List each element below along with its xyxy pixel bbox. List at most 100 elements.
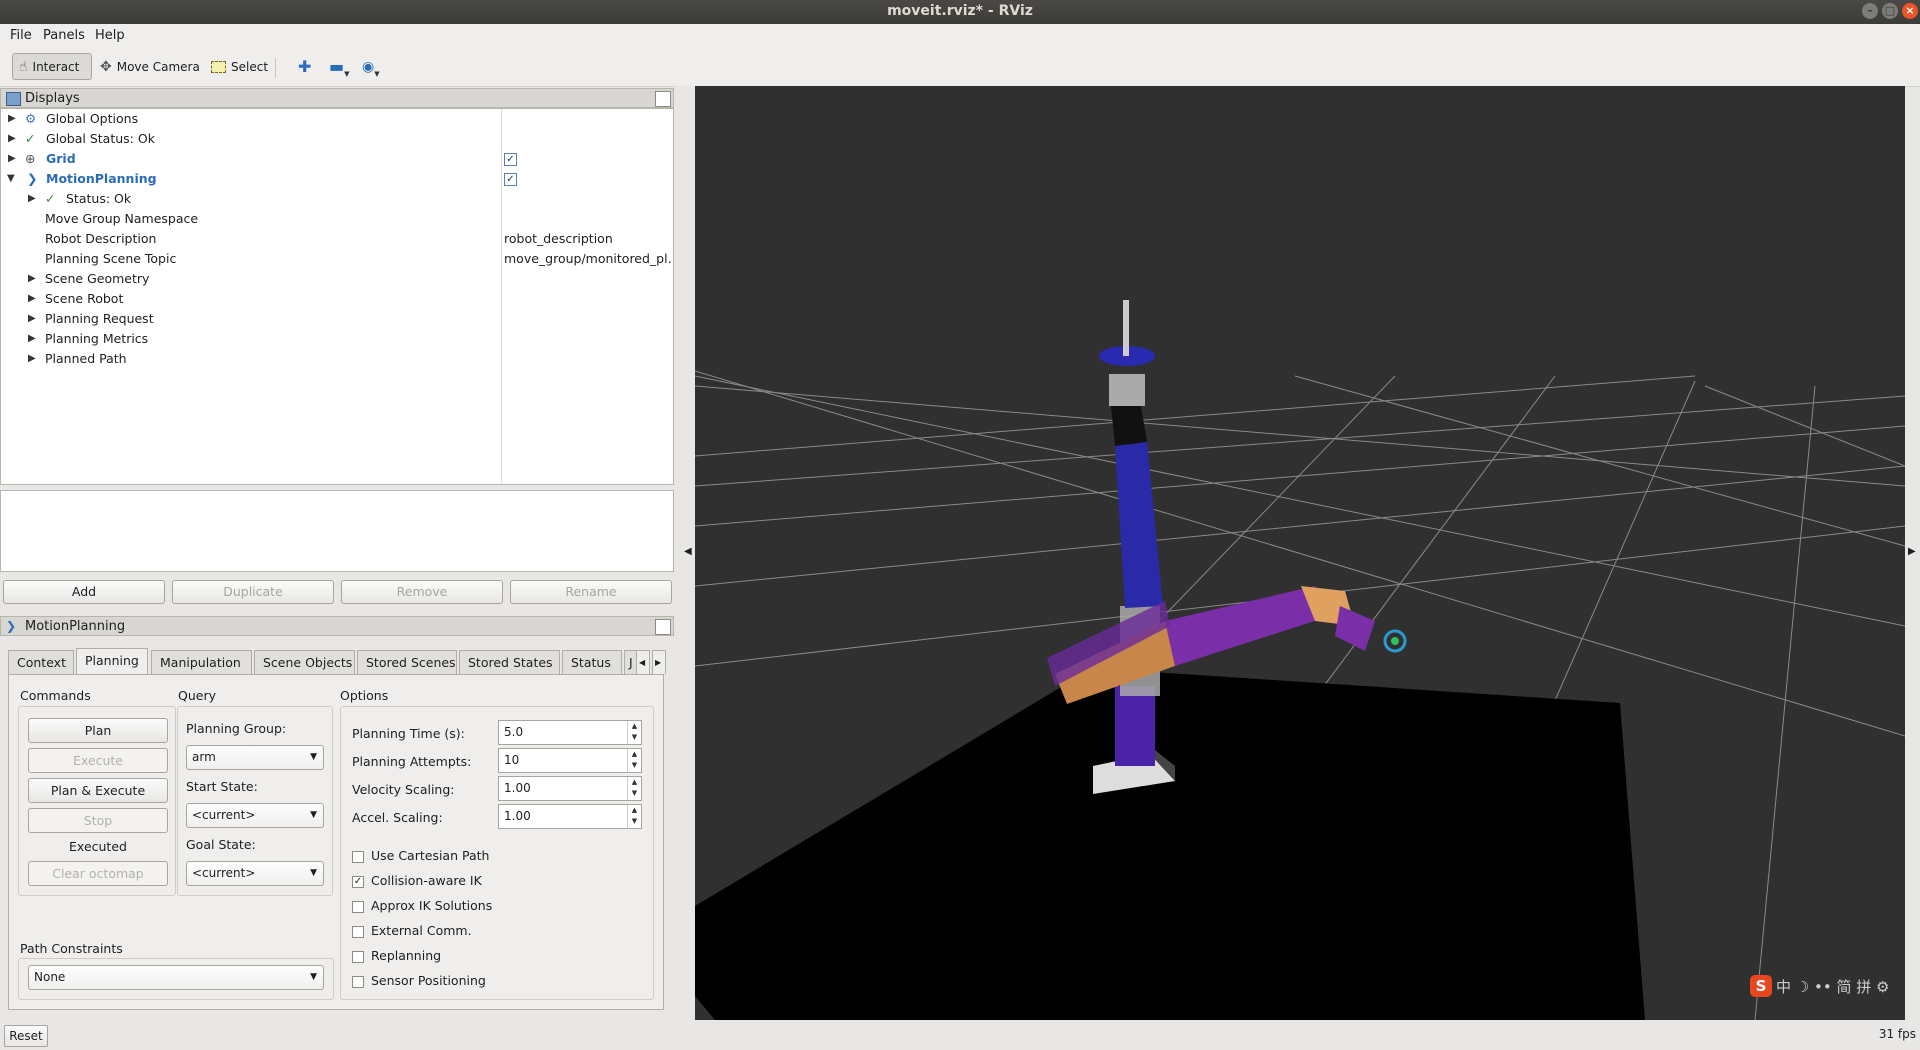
planning-attempts-label: Planning Attempts: xyxy=(352,754,472,769)
plan-and-execute-button[interactable]: Plan & Execute xyxy=(28,778,168,803)
tab-stored-states[interactable]: Stored States xyxy=(459,650,560,674)
add-tool-icon[interactable]: ✚ xyxy=(292,53,317,80)
close-icon[interactable]: × xyxy=(1902,3,1918,19)
sensor-positioning-label: Sensor Positioning xyxy=(371,973,486,988)
collapse-left-arrow-icon[interactable]: ◀ xyxy=(684,546,692,557)
accel-scaling-value: 1.00 xyxy=(504,809,531,823)
collapse-arrow-icon[interactable]: ▼ xyxy=(7,169,15,189)
tree-row-value[interactable]: robot_description xyxy=(504,229,613,249)
menu-panels[interactable]: Panels xyxy=(43,28,85,43)
add-display-button[interactable]: Add xyxy=(3,580,165,604)
spin-arrows-icon[interactable]: ▲ ▼ xyxy=(627,777,641,800)
start-state-dropdown[interactable]: <current> ▼ xyxy=(186,803,324,828)
tree-row-move-group-namespace[interactable]: Move Group Namespace xyxy=(1,209,671,229)
interact-tool-button[interactable]: ☝ Interact xyxy=(12,53,92,80)
tree-row-scene-geometry[interactable]: ▶ Scene Geometry xyxy=(1,269,671,289)
tab-scroll-left-icon[interactable]: ◀ xyxy=(636,650,650,674)
external-comm-checkbox[interactable] xyxy=(352,926,364,938)
tree-row-status[interactable]: ▶ ✓ Status: Ok xyxy=(1,189,671,209)
spin-arrows-icon[interactable]: ▲ ▼ xyxy=(627,721,641,744)
expand-arrow-icon[interactable]: ▶ xyxy=(28,189,36,209)
expand-arrow-icon[interactable]: ▶ xyxy=(8,149,16,169)
replanning-checkbox[interactable] xyxy=(352,951,364,963)
spin-arrows-icon[interactable]: ▲ ▼ xyxy=(627,749,641,772)
commands-title: Commands xyxy=(20,688,91,703)
rename-display-button[interactable]: Rename xyxy=(510,580,672,604)
maximize-icon[interactable]: □ xyxy=(1882,3,1898,19)
robot-link-2 xyxy=(1115,442,1163,608)
interactive-marker-center[interactable] xyxy=(1391,637,1399,645)
tree-row-label: Global Status: Ok xyxy=(46,131,155,146)
stop-button[interactable]: Stop xyxy=(28,808,168,833)
robot-gripper xyxy=(1335,606,1375,651)
planning-time-spinbox[interactable]: 5.0 ▲ ▼ xyxy=(498,720,642,745)
select-tool-button[interactable]: Select xyxy=(205,53,274,80)
ime-indicator[interactable]: S 中 ☽ •• 简 拼 ⚙ xyxy=(1750,974,1918,998)
tree-row-planning-request[interactable]: ▶ Planning Request xyxy=(1,309,671,329)
fps-counter: 31 fps xyxy=(1878,1027,1916,1041)
approx-ik-checkbox[interactable] xyxy=(352,901,364,913)
expand-arrow-icon[interactable]: ▶ xyxy=(28,309,36,329)
tree-row-planned-path[interactable]: ▶ Planned Path xyxy=(1,349,671,369)
tree-row-grid[interactable]: ▶ ⊕ Grid ✓ xyxy=(1,149,671,169)
menu-file[interactable]: File xyxy=(10,28,32,43)
tab-manipulation[interactable]: Manipulation xyxy=(151,650,252,674)
sogou-logo-icon: S xyxy=(1750,975,1772,997)
panel-float-checkbox[interactable] xyxy=(655,619,671,635)
expand-arrow-icon[interactable]: ▶ xyxy=(28,289,36,309)
use-cartesian-path-checkbox[interactable] xyxy=(352,851,364,863)
move-camera-tool-button[interactable]: ✥ Move Camera xyxy=(94,53,206,80)
goal-state-value: <current> xyxy=(192,866,256,880)
velocity-scaling-spinbox[interactable]: 1.00 ▲ ▼ xyxy=(498,776,642,801)
tree-row-global-options[interactable]: ▶ ⚙ Global Options xyxy=(1,109,671,129)
collapse-right-arrow-icon[interactable]: ▶ xyxy=(1908,546,1916,557)
move-camera-icon: ✥ xyxy=(100,58,112,75)
tab-status[interactable]: Status xyxy=(562,650,622,674)
tree-row-motionplanning[interactable]: ▼ ❯ MotionPlanning ✓ xyxy=(1,169,671,189)
tab-scroll-right-icon[interactable]: ▶ xyxy=(652,650,666,674)
visibility-eye-icon[interactable]: ◉ ▼ xyxy=(356,53,386,80)
remove-display-button[interactable]: Remove xyxy=(341,580,503,604)
scene-drawing xyxy=(695,300,1905,1020)
spin-arrows-icon[interactable]: ▲ ▼ xyxy=(627,805,641,828)
collision-aware-ik-checkbox[interactable]: ✓ xyxy=(352,876,364,888)
planning-attempts-spinbox[interactable]: 10 ▲ ▼ xyxy=(498,748,642,773)
expand-arrow-icon[interactable]: ▶ xyxy=(8,109,16,129)
path-constraints-dropdown[interactable]: None ▼ xyxy=(28,965,324,990)
minimize-icon[interactable]: – xyxy=(1862,3,1878,19)
tree-row-global-status[interactable]: ▶ ✓ Global Status: Ok xyxy=(1,129,671,149)
motionplanning-icon: ❯ xyxy=(6,619,17,633)
sensor-positioning-checkbox[interactable] xyxy=(352,976,364,988)
remove-tool-icon[interactable]: ▬ ▼ xyxy=(323,53,356,80)
displays-title: Displays xyxy=(25,91,80,106)
toolbar-separator xyxy=(275,58,276,78)
expand-arrow-icon[interactable]: ▶ xyxy=(28,329,36,349)
plan-button[interactable]: Plan xyxy=(28,718,168,743)
reset-button[interactable]: Reset xyxy=(4,1025,48,1047)
grid-enabled-checkbox[interactable]: ✓ xyxy=(504,153,517,166)
tree-row-robot-description[interactable]: Robot Description robot_description xyxy=(1,229,671,249)
accel-scaling-spinbox[interactable]: 1.00 ▲ ▼ xyxy=(498,804,642,829)
3d-render-viewport[interactable] xyxy=(695,86,1905,1020)
tree-row-scene-robot[interactable]: ▶ Scene Robot xyxy=(1,289,671,309)
clear-octomap-button[interactable]: Clear octomap xyxy=(28,861,168,886)
tree-row-planning-scene-topic[interactable]: Planning Scene Topic move_group/monitore… xyxy=(1,249,673,269)
tab-scene-objects[interactable]: Scene Objects xyxy=(254,650,355,674)
options-title: Options xyxy=(340,688,389,703)
execute-button[interactable]: Execute xyxy=(28,748,168,773)
expand-arrow-icon[interactable]: ▶ xyxy=(28,349,36,369)
tab-context[interactable]: Context xyxy=(8,650,74,674)
planning-group-dropdown[interactable]: arm ▼ xyxy=(186,745,324,770)
expand-arrow-icon[interactable]: ▶ xyxy=(8,129,16,149)
menu-help[interactable]: Help xyxy=(95,28,125,43)
motionplanning-enabled-checkbox[interactable]: ✓ xyxy=(504,173,517,186)
tree-row-value[interactable]: move_group/monitored_pl… xyxy=(504,249,673,269)
goal-state-dropdown[interactable]: <current> ▼ xyxy=(186,861,324,886)
expand-arrow-icon[interactable]: ▶ xyxy=(28,269,36,289)
tab-stored-scenes[interactable]: Stored Scenes xyxy=(357,650,457,674)
ime-status-glyphs: 中 ☽ •• 简 拼 ⚙ xyxy=(1776,977,1890,996)
duplicate-display-button[interactable]: Duplicate xyxy=(172,580,334,604)
panel-float-checkbox[interactable] xyxy=(655,91,671,107)
tab-planning[interactable]: Planning xyxy=(76,648,148,675)
tree-row-planning-metrics[interactable]: ▶ Planning Metrics xyxy=(1,329,671,349)
